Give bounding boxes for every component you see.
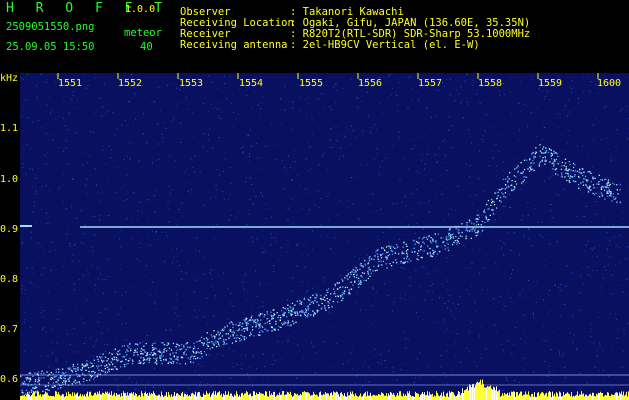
y-tick-label: 0.7 [0,324,19,335]
y-tick-label: 0.9 [0,224,19,235]
x-tick-label: 1557 [418,78,443,89]
x-tick-label: 1551 [58,78,83,89]
info-label-antenna: Receiving antenna [180,39,288,51]
y-tick-label: 0.8 [0,274,19,285]
y-tick-label: 0.6 [0,374,19,385]
app-version: 1.0.0 [125,4,156,15]
header-panel: H R O F F T 1.0.0 2509051550.png meteor … [0,0,629,73]
x-tick-label: 1553 [179,78,204,89]
info-value-antenna: : 2el-HB9CV Vertical (el. E-W) [290,39,480,51]
x-tick-label: 1555 [299,78,324,89]
x-tick-label: 1559 [538,78,563,89]
x-tick-label: 1558 [478,78,503,89]
waterfall-spectrogram [20,73,629,400]
x-tick-label: 1556 [358,78,383,89]
file-name: 2509051550.png [6,21,95,33]
x-tick-label: 1600 [597,78,622,89]
datetime: 25.09.05 15:50 [6,41,95,53]
waterfall-background [20,73,629,400]
y-axis-unit: kHz [0,73,19,84]
y-tick-label: 1.1 [0,123,19,134]
y-tick-label: 1.0 [0,174,19,185]
meteor-count: 40 [140,41,153,53]
mode-label: meteor [124,27,162,39]
x-tick-label: 1554 [239,78,264,89]
x-tick-label: 1552 [118,78,143,89]
